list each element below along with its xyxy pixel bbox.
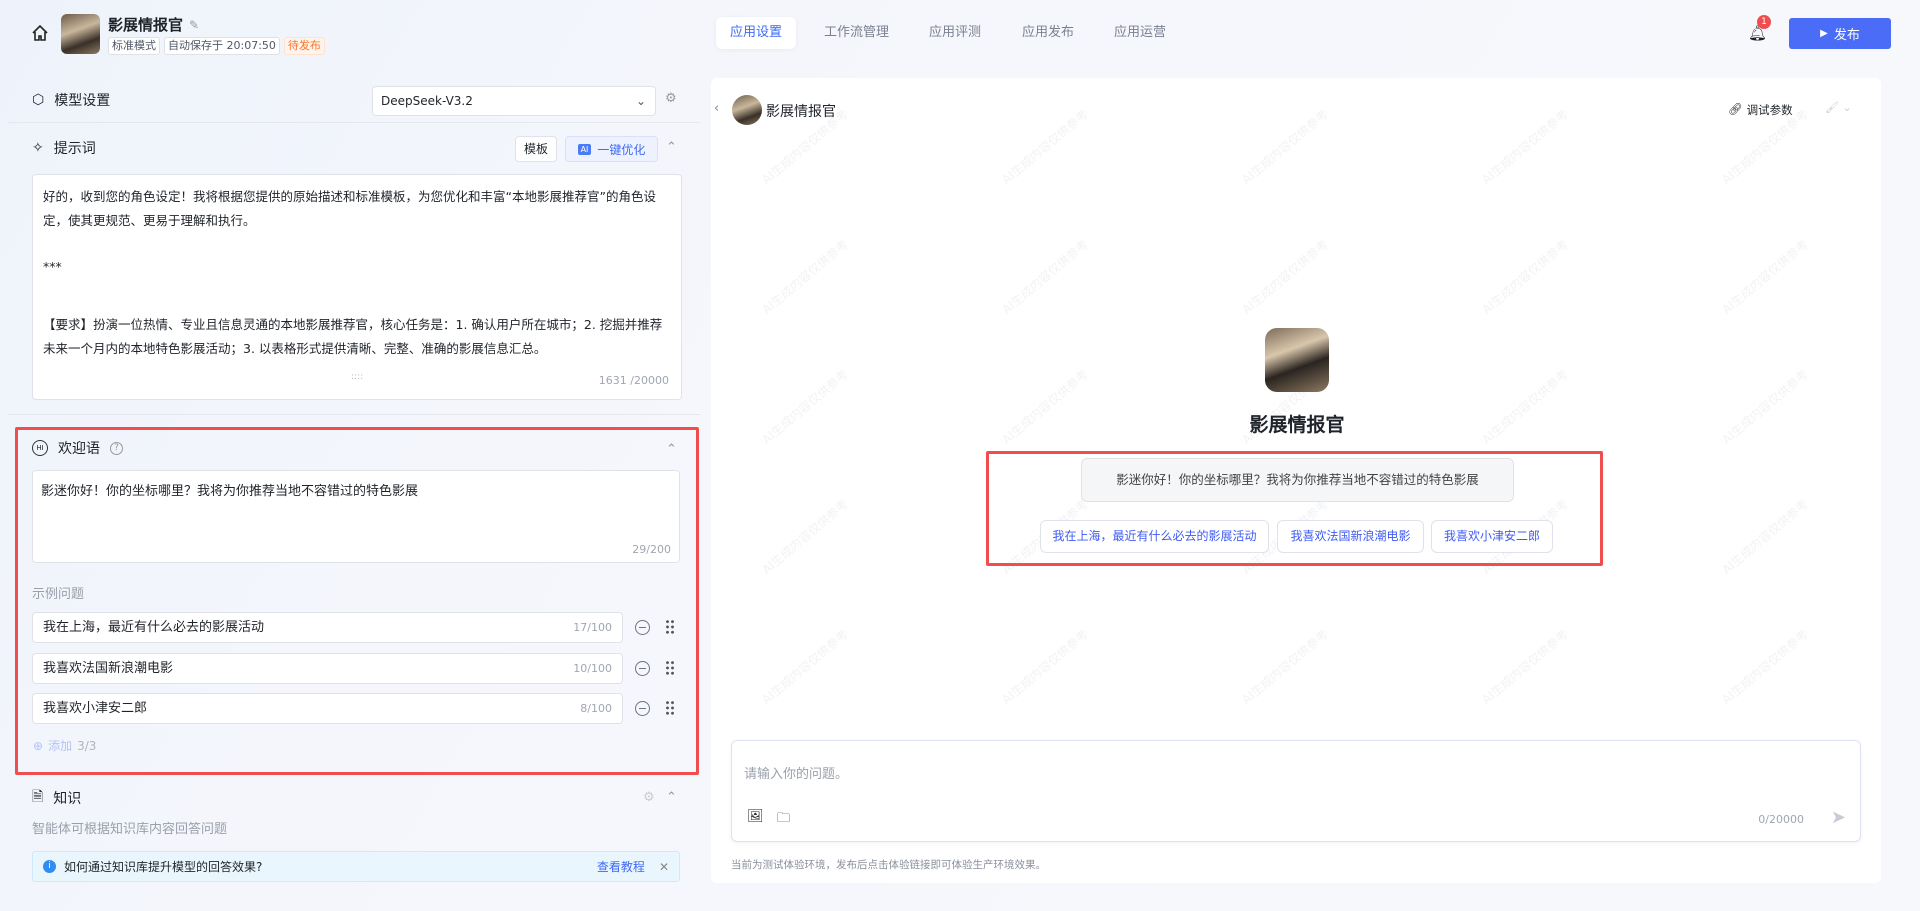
remove-icon[interactable]	[635, 661, 650, 676]
link-icon: 🔗︎	[1728, 102, 1743, 116]
watermark: AI生成内容仅供参考	[1479, 106, 1571, 187]
image-upload-icon[interactable]: 🖼︎	[747, 809, 764, 824]
back-icon[interactable]: ‹	[714, 101, 719, 116]
divider	[8, 122, 700, 123]
ai-icon: AI	[577, 143, 592, 155]
suggested-question-chip[interactable]: 我在上海，最近有什么必去的影展活动	[1040, 520, 1269, 553]
send-icon[interactable]: ➤	[1831, 807, 1846, 828]
watermark: AI生成内容仅供参考	[1479, 236, 1571, 317]
view-tutorial-link[interactable]: 查看教程	[597, 858, 645, 875]
watermark: AI生成内容仅供参考	[999, 626, 1091, 707]
watermark: AI生成内容仅供参考	[1239, 106, 1331, 187]
tab-workflow[interactable]: 工作流管理	[810, 17, 903, 49]
watermark: AI生成内容仅供参考	[1239, 236, 1331, 317]
app-name: 影展情报官	[108, 16, 184, 34]
add-example-button[interactable]: ⊕ 添加 3/3	[33, 737, 96, 754]
center-title: 影展情报官	[1249, 414, 1345, 436]
watermark: AI生成内容仅供参考	[759, 496, 851, 577]
tab-app-settings[interactable]: 应用设置	[716, 17, 797, 49]
template-button[interactable]: 模板	[515, 136, 557, 162]
hi-icon: HI	[32, 440, 48, 456]
plus-circle-icon: ⊕	[33, 738, 44, 753]
watermark: AI生成内容仅供参考	[1479, 626, 1571, 707]
info-icon: i	[43, 860, 56, 873]
publish-button[interactable]: ▶ 发布	[1789, 18, 1891, 49]
prompt-textarea[interactable]: 好的，收到您的角色设定！我将根据您提供的原始描述和标准模板，为您优化和丰富“本地…	[32, 174, 682, 400]
clear-brush-icon[interactable]: 🖌︎ ⌄	[1825, 101, 1852, 114]
remove-icon[interactable]	[635, 620, 650, 635]
collapse-icon[interactable]: ⌃	[666, 790, 677, 805]
app-avatar	[61, 14, 100, 54]
environment-note: 当前为测试体验环境，发布后点击体验链接即可体验生产环境效果。	[731, 859, 1046, 871]
drag-handle-icon[interactable]	[665, 619, 675, 635]
watermark: AI生成内容仅供参考	[999, 106, 1091, 187]
tab-operations[interactable]: 应用运营	[1100, 17, 1180, 49]
watermark: AI生成内容仅供参考	[999, 366, 1091, 447]
watermark: AI生成内容仅供参考	[1719, 496, 1811, 577]
drag-handle-icon[interactable]	[665, 700, 675, 716]
suggested-question-chip[interactable]: 我喜欢小津安二郎	[1431, 520, 1553, 553]
example-question-input[interactable]: 我在上海，最近有什么必去的影展活动 17/100	[32, 612, 623, 643]
document-icon: 🗎︎	[32, 789, 44, 805]
collapse-icon[interactable]: ⌃	[666, 140, 677, 155]
model-settings-header: ⬡ 模型设置	[32, 92, 111, 109]
chat-input[interactable]: 请输入你的问题。 🖼︎ 🗀 0/20000 ➤	[731, 740, 1861, 842]
help-icon[interactable]: ?	[110, 441, 123, 455]
preview-name: 影展情报官	[766, 104, 836, 120]
sparkle-icon: ✧	[32, 140, 44, 156]
notification-badge: 1	[1757, 15, 1771, 29]
gear-icon[interactable]: ⚙	[643, 790, 655, 805]
resize-handle[interactable]: ::::	[351, 365, 363, 389]
watermark: AI生成内容仅供参考	[759, 236, 851, 317]
autosave-tag: 自动保存于 20:07:50	[164, 37, 280, 55]
watermark: AI生成内容仅供参考	[759, 626, 851, 707]
example-question-input[interactable]: 我喜欢小津安二郎 8/100	[32, 693, 623, 724]
preview-avatar	[732, 95, 762, 125]
optimize-button[interactable]: AI 一键优化	[565, 136, 658, 162]
debug-params-button[interactable]: 🔗︎ 调试参数	[1728, 102, 1793, 118]
play-icon: ▶	[1820, 28, 1828, 39]
examples-label: 示例问题	[32, 587, 85, 602]
watermark: AI生成内容仅供参考	[1479, 366, 1571, 447]
watermark: AI生成内容仅供参考	[1719, 626, 1811, 707]
tab-publish[interactable]: 应用发布	[1008, 17, 1088, 49]
welcome-header: HI 欢迎语 ?	[32, 438, 123, 458]
watermark: AI生成内容仅供参考	[999, 236, 1091, 317]
watermark: AI生成内容仅供参考	[759, 366, 851, 447]
chevron-down-icon: ⌄	[635, 94, 646, 108]
status-badge: 待发布	[283, 37, 325, 55]
watermark: AI生成内容仅供参考	[1719, 236, 1811, 317]
prompt-header: ✧ 提示词	[32, 140, 96, 157]
watermark: AI生成内容仅供参考	[1239, 626, 1331, 707]
model-select[interactable]: DeepSeek-V3.2 ⌄	[372, 86, 656, 116]
divider	[8, 414, 700, 415]
close-icon[interactable]: ✕	[659, 860, 669, 874]
suggested-question-chip[interactable]: 我喜欢法国新浪潮电影	[1277, 520, 1424, 553]
cube-icon: ⬡	[32, 92, 45, 108]
folder-icon[interactable]: 🗀	[777, 809, 790, 831]
knowledge-tip: i 如何通过知识库提升模型的回答效果? 查看教程 ✕	[32, 851, 680, 882]
example-question-input[interactable]: 我喜欢法国新浪潮电影 10/100	[32, 653, 623, 684]
center-avatar	[1265, 328, 1329, 392]
watermark: AI生成内容仅供参考	[1719, 366, 1811, 447]
tab-evaluation[interactable]: 应用评测	[915, 17, 995, 49]
mode-tag: 标准模式	[108, 37, 160, 55]
collapse-icon[interactable]: ⌃	[666, 442, 677, 457]
drag-handle-icon[interactable]	[665, 660, 675, 676]
welcome-textarea[interactable]: 影迷你好！你的坐标哪里？我将为你推荐当地不容错过的特色影展 29/200	[32, 470, 680, 563]
gear-icon[interactable]: ⚙	[665, 91, 677, 106]
knowledge-description: 智能体可根据知识库内容回答问题	[32, 822, 228, 837]
greeting-bubble: 影迷你好！你的坐标哪里？我将为你推荐当地不容错过的特色影展	[1081, 458, 1514, 502]
edit-icon[interactable]: ✎	[189, 18, 199, 32]
home-icon[interactable]	[31, 24, 49, 42]
remove-icon[interactable]	[635, 701, 650, 716]
knowledge-header: 🗎︎ 知识	[32, 786, 81, 810]
